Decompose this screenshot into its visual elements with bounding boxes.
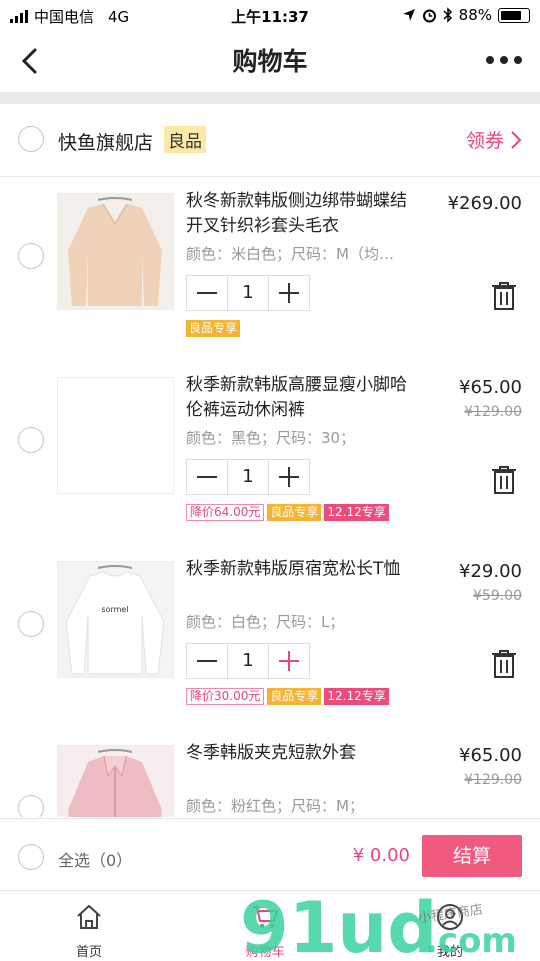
trash-icon[interactable] — [490, 649, 518, 679]
select-all-radio[interactable] — [18, 844, 44, 870]
item-name[interactable]: 秋季新款韩版高腰显瘦小脚哈伦裤运动休闲裤 — [186, 373, 422, 423]
item-select-radio[interactable] — [18, 795, 44, 817]
home-icon — [77, 904, 101, 929]
quantity-stepper: 1 — [186, 459, 310, 495]
item-select-radio[interactable] — [18, 243, 44, 269]
item-old-price: ¥59.00 — [473, 588, 522, 604]
decrease-button[interactable] — [187, 276, 227, 310]
coupon-label: 领券 — [465, 130, 504, 152]
trash-icon[interactable] — [490, 281, 518, 311]
tshirt-print: sormel — [101, 605, 128, 614]
quantity-stepper: 1 — [186, 643, 310, 679]
sweater-image — [58, 194, 173, 309]
tab-home[interactable]: 首页 — [29, 891, 149, 961]
decrease-button[interactable] — [187, 460, 227, 494]
plus-icon — [279, 651, 299, 671]
status-right: 88% — [402, 6, 530, 24]
item-old-price: ¥129.00 — [464, 404, 522, 420]
quantity-value[interactable]: 1 — [227, 644, 269, 678]
alarm-icon — [422, 9, 436, 22]
quantity-value[interactable]: 1 — [227, 276, 269, 310]
item-badges: 降价30.00元 良品专享 12.12专享 — [186, 688, 389, 705]
increase-button[interactable] — [269, 276, 309, 310]
product-image-pants[interactable] — [57, 377, 174, 494]
item-name[interactable]: 秋冬新款韩版侧边绑带蝴蝶结开叉针织衫套头毛衣 — [186, 189, 422, 239]
increase-button[interactable] — [269, 644, 309, 678]
item-price: ¥65.00 — [459, 745, 522, 766]
item-spec[interactable]: 颜色：粉红色；尺码：M； — [186, 795, 431, 816]
status-bar: 中国电信 4G 上午11:37 88% — [0, 0, 540, 30]
tab-label: 购物车 — [245, 945, 285, 960]
item-price: ¥269.00 — [447, 193, 522, 214]
item-name[interactable]: 冬季韩版夹克短款外套 — [186, 741, 422, 766]
store-tag: 良品 — [164, 126, 206, 153]
trash-icon[interactable] — [490, 465, 518, 495]
item-select-radio[interactable] — [18, 427, 44, 453]
location-icon — [402, 9, 415, 21]
badge-good: 良品专享 — [267, 504, 322, 521]
quantity-value[interactable]: 1 — [227, 460, 269, 494]
plus-icon — [279, 467, 299, 487]
tab-cart[interactable]: 购物车 — [205, 891, 325, 961]
decrease-button[interactable] — [187, 644, 227, 678]
badge-price-drop: 降价30.00元 — [186, 688, 265, 705]
page-title: 购物车 — [232, 47, 308, 76]
minus-icon — [197, 660, 217, 662]
plus-icon — [279, 283, 299, 303]
badge-price-drop: 降价64.00元 — [186, 504, 265, 521]
store-name[interactable]: 快鱼旗舰店 — [58, 128, 153, 155]
badge-1212: 12.12专享 — [324, 688, 389, 705]
store-select-radio[interactable] — [18, 126, 44, 152]
nav-bar: 购物车 — [0, 30, 540, 92]
badge-1212: 12.12专享 — [324, 504, 389, 521]
select-all-label[interactable]: 全选（0） — [58, 847, 132, 871]
product-image-tshirt[interactable]: sormel — [57, 561, 174, 678]
item-price: ¥65.00 — [459, 377, 522, 398]
badge-good: 良品专享 — [267, 688, 322, 705]
quantity-stepper: 1 — [186, 275, 310, 311]
cart-list: 秋冬新款韩版侧边绑带蝴蝶结开叉针织衫套头毛衣 颜色：米白色；尺码：M（均… ¥2… — [0, 177, 540, 817]
cart-item: 秋季新款韩版高腰显瘦小脚哈伦裤运动休闲裤 颜色：黑色；尺码：30； ¥65.00… — [0, 361, 540, 545]
more-menu-icon[interactable] — [484, 50, 524, 70]
item-spec[interactable]: 颜色：白色；尺码：L； — [186, 611, 431, 632]
tab-bar: 首页 购物车 我的 — [0, 890, 540, 961]
tab-me[interactable]: 我的 — [390, 891, 510, 961]
total-price: ¥ 0.00 — [352, 845, 410, 866]
badge-good: 良品专享 — [186, 320, 241, 337]
increase-button[interactable] — [269, 460, 309, 494]
tshirt-image: sormel — [58, 562, 173, 677]
store-header: 快鱼旗舰店 良品 领券 — [0, 104, 540, 177]
item-old-price: ¥129.00 — [464, 772, 522, 788]
battery-icon — [498, 7, 530, 23]
chevron-right-icon — [511, 130, 522, 149]
coupon-button[interactable]: 领券 — [466, 126, 522, 153]
cart-item: sormel 秋季新款韩版原宿宽松长T恤 颜色：白色；尺码：L； ¥29.00 … — [0, 545, 540, 729]
item-badges: 良品专享 — [186, 320, 241, 337]
bluetooth-icon — [443, 7, 452, 23]
product-image-sweater[interactable] — [57, 193, 174, 310]
jacket-image — [58, 746, 173, 817]
item-spec[interactable]: 颜色：米白色；尺码：M（均… — [186, 243, 431, 264]
battery-percent: 88% — [458, 6, 492, 24]
cart-item: 冬季韩版夹克短款外套 颜色：粉红色；尺码：M； ¥65.00 ¥129.00 — [0, 729, 540, 817]
cart-item: 秋冬新款韩版侧边绑带蝴蝶结开叉针织衫套头毛衣 颜色：米白色；尺码：M（均… ¥2… — [0, 177, 540, 361]
checkout-button[interactable]: 结算 — [422, 835, 522, 877]
product-image-jacket[interactable] — [57, 745, 174, 817]
tab-label: 我的 — [436, 945, 463, 960]
user-icon — [437, 904, 463, 930]
item-select-radio[interactable] — [18, 611, 44, 637]
item-spec[interactable]: 颜色：黑色；尺码：30； — [186, 427, 431, 448]
item-price: ¥29.00 — [459, 561, 522, 582]
checkout-bar: 全选（0） ¥ 0.00 结算 — [0, 818, 540, 891]
minus-icon — [197, 292, 217, 294]
item-name[interactable]: 秋季新款韩版原宿宽松长T恤 — [186, 557, 422, 582]
cart-icon — [253, 906, 279, 928]
minus-icon — [197, 476, 217, 478]
tab-label: 首页 — [75, 945, 102, 960]
item-badges: 降价64.00元 良品专享 12.12专享 — [186, 504, 389, 521]
separator — [0, 92, 540, 104]
